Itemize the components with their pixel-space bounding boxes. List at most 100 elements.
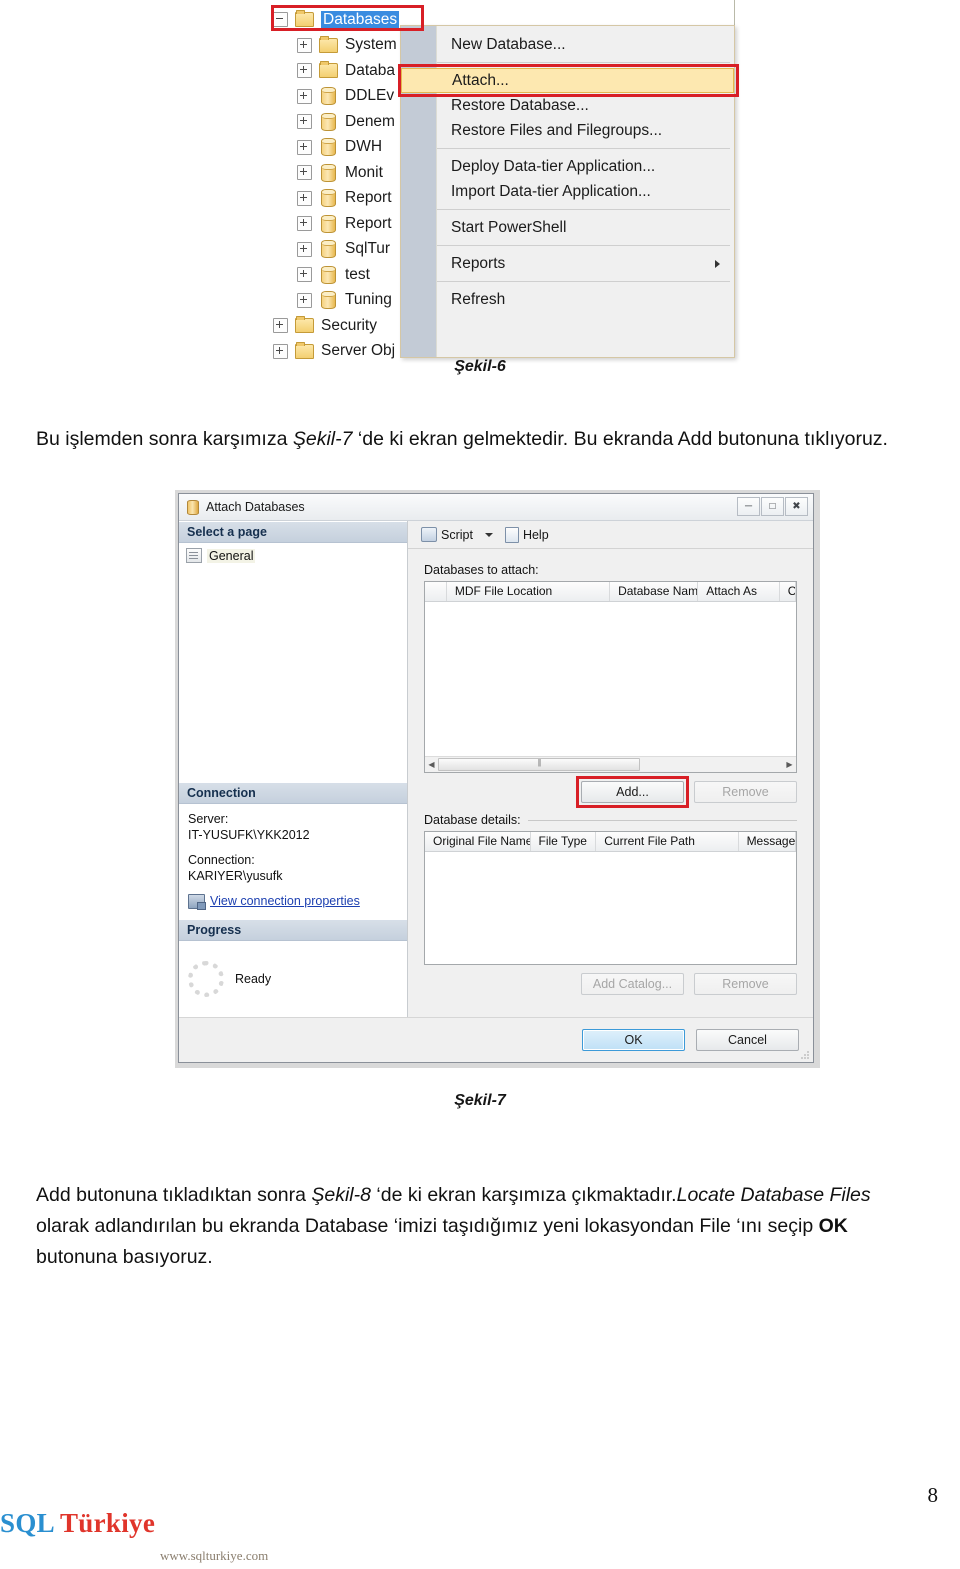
attach-col-partial[interactable]: C xyxy=(780,582,796,601)
tree-node-label: Report xyxy=(345,214,392,232)
expand-icon[interactable] xyxy=(297,114,312,129)
details-col-file-type[interactable]: File Type xyxy=(531,832,597,851)
view-connection-properties-link[interactable]: View connection properties xyxy=(210,893,360,909)
attach-col-database-name[interactable]: Database Name xyxy=(610,582,699,601)
menu-item-reports[interactable]: Reports xyxy=(437,251,734,276)
figure-6-caption: Şekil-6 xyxy=(454,358,506,375)
chevron-down-icon[interactable] xyxy=(484,532,493,537)
script-button[interactable]: Script xyxy=(418,526,476,543)
databases-context-menu[interactable]: New Database... Attach... Restore Database… xyxy=(398,25,739,358)
page-list[interactable]: General xyxy=(179,543,407,782)
database-icon xyxy=(321,163,336,182)
p2-text-part-3: olarak adlandırılan bu ekranda Database … xyxy=(36,1214,819,1237)
help-label: Help xyxy=(522,527,549,542)
menu-item-new-database[interactable]: New Database... xyxy=(437,32,734,57)
tree-node[interactable]: test xyxy=(297,262,370,287)
details-col-message[interactable]: Message xyxy=(739,832,797,851)
expand-icon[interactable] xyxy=(297,267,312,282)
menu-item-label: Refresh xyxy=(451,290,506,308)
tree-node[interactable]: Denem xyxy=(297,109,395,134)
help-icon xyxy=(504,526,519,543)
chevron-right-icon xyxy=(715,259,720,268)
menu-separator xyxy=(437,62,730,63)
remove-button-attach[interactable]: Remove xyxy=(694,781,797,803)
scroll-right-icon[interactable]: ▶ xyxy=(783,760,796,769)
menu-item-import-data-tier-application[interactable]: Import Data-tier Application... xyxy=(437,179,734,204)
expand-icon[interactable] xyxy=(297,190,312,206)
cancel-button[interactable]: Cancel xyxy=(696,1029,799,1051)
menu-item-refresh[interactable]: Refresh xyxy=(437,287,734,312)
figure-7-caption: Şekil-7 xyxy=(454,1092,506,1109)
remove-button-details[interactable]: Remove xyxy=(694,973,797,995)
attach-col-mdf-file-location[interactable]: MDF File Location xyxy=(447,582,611,601)
databases-to-attach-label: Databases to attach: xyxy=(424,563,539,577)
scrollbar-thumb[interactable] xyxy=(438,758,640,771)
logo-primary-text: SQL xyxy=(0,1508,54,1538)
document-page: Databases System Databa DDLEv Denem DWH Monit R… xyxy=(0,0,960,1569)
expand-icon[interactable] xyxy=(297,165,312,180)
menu-item-restore-files-and-filegroups[interactable]: Restore Files and Filegroups... xyxy=(437,118,734,143)
ok-button[interactable]: OK xyxy=(582,1029,685,1051)
add-catalog-button[interactable]: Add Catalog... xyxy=(581,973,684,995)
expand-icon[interactable] xyxy=(273,343,288,359)
dialog-body: Select a page General Connection Server:… xyxy=(179,521,813,1017)
expand-icon[interactable] xyxy=(297,139,312,155)
attach-databases-dialog[interactable]: Attach Databases ─ □ ✖ Select a page Gen… xyxy=(178,493,814,1063)
general-page-content: Databases to attach: MDF File Location D… xyxy=(408,549,813,1017)
attach-col-attach-as[interactable]: Attach As xyxy=(698,582,780,601)
tree-node[interactable]: Monit xyxy=(297,160,383,185)
details-grid-rows[interactable] xyxy=(425,852,796,964)
details-col-original-file-name[interactable]: Original File Name xyxy=(425,832,531,851)
expand-icon[interactable] xyxy=(273,318,288,333)
tree-node[interactable]: System xyxy=(297,33,397,58)
dialog-toolbar[interactable]: Script Help xyxy=(408,521,813,549)
tree-node[interactable]: Report xyxy=(297,211,392,236)
scroll-left-icon[interactable]: ◀ xyxy=(425,760,438,769)
database-details-grid[interactable]: Original File Name File Type Current Fil… xyxy=(424,831,797,965)
tree-node[interactable]: Security xyxy=(273,313,377,338)
expand-icon[interactable] xyxy=(297,241,312,257)
close-icon[interactable]: ✖ xyxy=(785,497,808,516)
help-button[interactable]: Help xyxy=(502,526,552,544)
details-col-current-file-path[interactable]: Current File Path xyxy=(596,832,739,851)
tree-node[interactable]: DDLEv xyxy=(297,84,394,109)
databases-to-attach-grid[interactable]: MDF File Location Database Name Attach A… xyxy=(424,581,797,773)
figure-7-attach-databases-dialog: Attach Databases ─ □ ✖ Select a page Gen… xyxy=(175,490,820,1068)
tree-node-label: Report xyxy=(345,189,392,206)
resize-grip-icon[interactable] xyxy=(800,1050,810,1060)
select-a-page-header: Select a page xyxy=(179,521,407,543)
attach-grid-rows[interactable] xyxy=(425,602,796,756)
menu-separator xyxy=(437,148,730,149)
tree-node[interactable]: Report xyxy=(297,186,392,211)
menu-item-label: Deploy Data-tier Application... xyxy=(451,157,656,175)
menu-item-deploy-data-tier-application[interactable]: Deploy Data-tier Application... xyxy=(437,154,734,179)
expand-icon[interactable] xyxy=(297,37,312,53)
dialog-title: Attach Databases xyxy=(206,500,305,514)
tree-node-label: Databa xyxy=(345,61,395,79)
expand-icon[interactable] xyxy=(297,88,312,104)
tree-node-label: Tuning xyxy=(345,291,392,308)
menu-item-label: Reports xyxy=(451,254,506,272)
figure-6-ssms-context-menu: Databases System Databa DDLEv Denem DWH Monit R… xyxy=(265,0,739,359)
minimize-icon[interactable]: ─ xyxy=(737,497,760,516)
tree-node[interactable]: DWH xyxy=(297,135,382,160)
annotation-box-attach-menu-item xyxy=(398,64,739,97)
tree-node[interactable]: Databa xyxy=(297,58,395,83)
expand-icon[interactable] xyxy=(297,292,312,308)
database-icon xyxy=(321,240,336,258)
page-item-label: General xyxy=(207,548,256,563)
tree-node[interactable]: Tuning xyxy=(297,288,392,313)
maximize-icon[interactable]: □ xyxy=(761,497,784,516)
attach-grid-horizontal-scrollbar[interactable]: ◀ ▶ xyxy=(425,756,796,772)
tree-node-label: DWH xyxy=(345,138,383,155)
database-icon xyxy=(321,112,336,131)
page-item-general[interactable]: General xyxy=(186,548,407,563)
view-connection-properties-row[interactable]: View connection properties xyxy=(188,893,398,910)
expand-icon[interactable] xyxy=(297,63,312,78)
database-icon xyxy=(321,291,336,309)
menu-item-start-powershell[interactable]: Start PowerShell xyxy=(437,215,734,240)
folder-icon xyxy=(295,316,314,333)
tree-node[interactable]: SqlTur xyxy=(297,237,390,262)
tree-node-label: Denem xyxy=(345,112,395,130)
expand-icon[interactable] xyxy=(297,216,312,231)
